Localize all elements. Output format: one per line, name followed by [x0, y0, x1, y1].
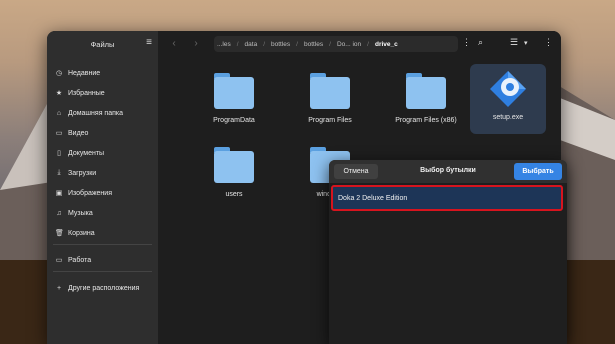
folder-icon	[406, 73, 446, 109]
file-label: Program Files	[308, 117, 352, 124]
folder-icon	[214, 147, 254, 183]
bottle-item[interactable]: Doka 2 Deluxe Edition	[331, 185, 563, 211]
dialog-header: Отмена Выбор бутылки Выбрать	[329, 160, 567, 183]
back-arrow-icon[interactable]: ‹	[164, 38, 184, 49]
folder-icon	[214, 73, 254, 109]
breadcrumb-item[interactable]: bottles	[301, 41, 326, 48]
sidebar: Файлы ≡ ◷ Недавние ★ Избранные ⌂ Домашняя пап…	[47, 31, 158, 344]
folder-icon: ▭	[55, 257, 63, 264]
download-icon: ⤓	[57, 169, 61, 176]
breadcrumb-current[interactable]: drive_c	[372, 41, 401, 48]
star-icon: ★	[55, 90, 63, 97]
file-label: ProgramData	[213, 117, 255, 124]
toolbar: ‹ › ...les / data / bottles / bottles / Do..…	[158, 31, 561, 57]
file-item-programdata[interactable]: ProgramData	[192, 73, 276, 124]
sidebar-header: Файлы ≡	[47, 31, 158, 57]
sidebar-item-label: Документы	[68, 149, 105, 157]
bottle-chooser-dialog: Отмена Выбор бутылки Выбрать Doka 2 Delu…	[329, 160, 567, 344]
sidebar-item-label: Работа	[68, 256, 92, 264]
sidebar-divider	[53, 271, 152, 272]
sidebar-item-label: Музыка	[68, 209, 93, 217]
plus-icon: +	[56, 284, 62, 292]
sidebar-item-trash[interactable]: 🗑 Корзина	[55, 227, 95, 239]
trash-icon: 🗑	[55, 230, 64, 237]
list-view-icon[interactable]: ☰	[510, 37, 518, 48]
breadcrumb-item[interactable]: ...les	[214, 41, 234, 48]
sidebar-item-folder[interactable]: ▭ Работа	[55, 254, 91, 266]
document-icon: ▯	[57, 150, 61, 157]
breadcrumb: ...les / data / bottles / bottles / Do... io…	[214, 36, 458, 52]
breadcrumb-item[interactable]: bottles	[268, 41, 293, 48]
sidebar-item-label: Изображения	[68, 189, 112, 197]
video-icon: ▭	[55, 130, 63, 137]
hamburger-menu-icon[interactable]: ≡	[146, 38, 152, 48]
exe-gear-icon	[490, 71, 526, 107]
sidebar-item-image[interactable]: ▣ Изображения	[55, 187, 112, 199]
sidebar-item-label: Домашняя папка	[68, 109, 124, 117]
home-icon: ⌂	[56, 109, 62, 117]
sidebar-item-music[interactable]: ♫ Музыка	[55, 207, 93, 219]
file-item-setup-exe[interactable]: setup.exe	[470, 64, 546, 134]
bottle-list: Doka 2 Deluxe Edition	[329, 183, 567, 344]
path-menu-icon[interactable]: ⋮	[462, 37, 471, 48]
bottle-name: Doka 2 Deluxe Edition	[338, 194, 408, 202]
sidebar-item-download[interactable]: ⤓ Загрузки	[55, 167, 96, 179]
breadcrumb-item[interactable]: Do... ion	[334, 41, 364, 48]
sidebar-item-label: Недавние	[68, 69, 101, 77]
sidebar-item-label: Другие расположения	[68, 284, 140, 292]
sidebar-item-video[interactable]: ▭ Видео	[55, 127, 89, 139]
sidebar-item-label: Корзина	[68, 229, 95, 237]
sidebar-item-home[interactable]: ⌂ Домашняя папка	[55, 107, 123, 119]
image-icon: ▣	[55, 190, 63, 197]
sidebar-item-label: Видео	[68, 129, 89, 137]
file-item-users[interactable]: users	[192, 147, 276, 198]
search-icon[interactable]: ⌕	[478, 37, 483, 48]
sidebar-item-label: Загрузки	[68, 169, 97, 177]
file-label: Program Files (x86)	[395, 117, 457, 124]
more-options-icon[interactable]: ⋮	[544, 37, 553, 48]
file-item-program-files[interactable]: Program Files	[288, 73, 372, 124]
breadcrumb-item[interactable]: data	[242, 41, 261, 48]
app-title: Файлы	[90, 39, 115, 49]
sidebar-item-plus[interactable]: + Другие расположения	[55, 282, 139, 294]
select-button[interactable]: Выбрать	[514, 163, 562, 180]
music-icon: ♫	[56, 209, 62, 217]
sidebar-item-document[interactable]: ▯ Документы	[55, 147, 104, 159]
file-label: setup.exe	[492, 114, 524, 121]
folder-icon	[310, 73, 350, 109]
sidebar-item-label: Избранные	[68, 89, 105, 97]
sidebar-item-clock[interactable]: ◷ Недавние	[55, 67, 100, 79]
file-item-program-files-x86[interactable]: Program Files (x86)	[384, 73, 468, 124]
sidebar-divider	[53, 244, 152, 245]
sidebar-item-star[interactable]: ★ Избранные	[55, 87, 105, 99]
clock-icon: ◷	[55, 70, 63, 77]
file-label: users	[225, 191, 243, 198]
chevron-down-icon[interactable]: ▾	[524, 39, 528, 47]
forward-arrow-icon[interactable]: ›	[186, 38, 206, 49]
